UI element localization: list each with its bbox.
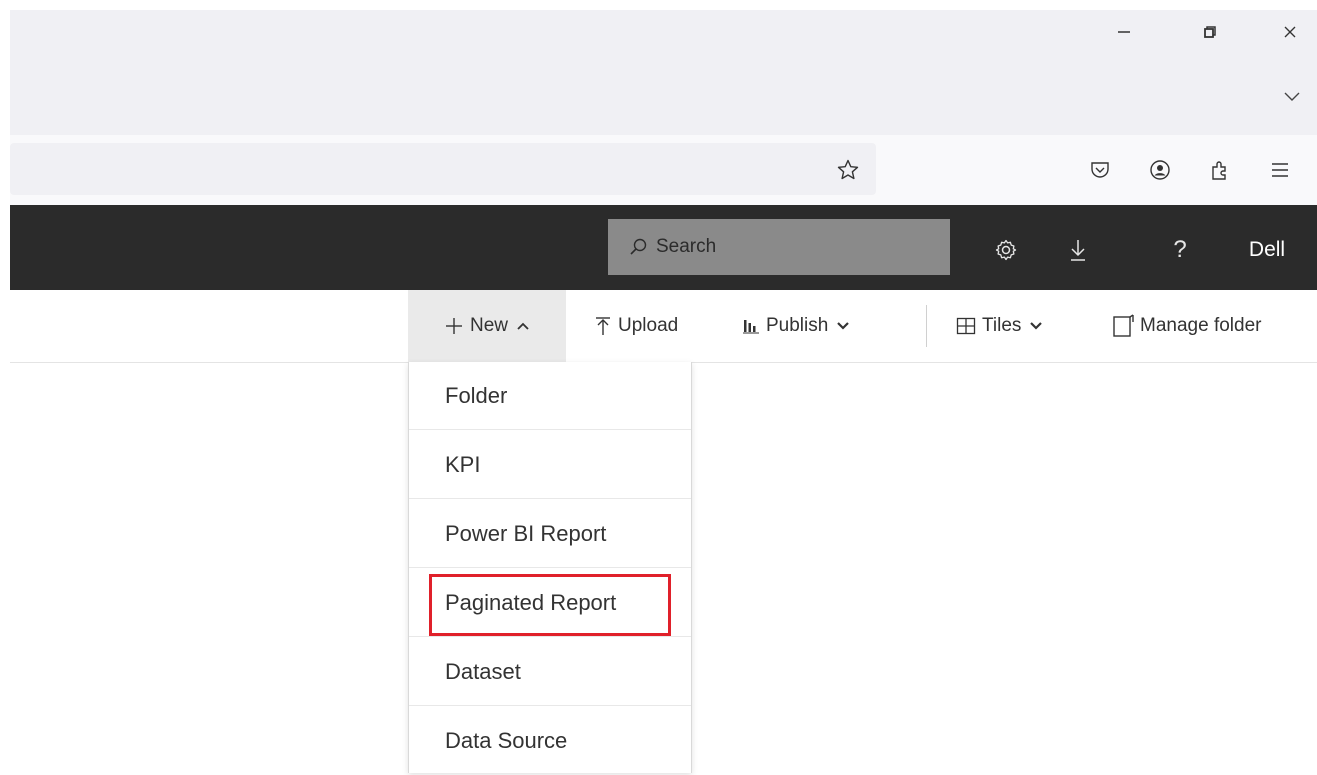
- upload-icon: [596, 317, 610, 335]
- upload-button[interactable]: Upload: [594, 290, 678, 362]
- manage-folder-icon: [1113, 314, 1134, 337]
- manage-folder-button[interactable]: Manage folder: [1112, 290, 1261, 362]
- search-input[interactable]: Search: [608, 219, 950, 275]
- new-dropdown-menu: Folder KPI Power BI Report Paginated Rep…: [408, 362, 692, 773]
- toolbar-divider: [926, 305, 927, 347]
- app-menu-button[interactable]: [1262, 152, 1298, 188]
- bookmark-star-icon: [837, 159, 859, 180]
- menu-item-label: KPI: [445, 451, 481, 477]
- restore-button[interactable]: [1190, 14, 1230, 50]
- chevron-up-icon: [517, 322, 529, 330]
- chevron-down-icon: [1284, 92, 1300, 101]
- pocket-icon: [1091, 162, 1109, 178]
- close-icon: [1284, 26, 1296, 38]
- search-icon: [630, 238, 647, 255]
- tiles-button-label: Tiles: [982, 315, 1022, 336]
- powerbi-icon: [743, 320, 759, 334]
- menu-item-label: Folder: [445, 382, 508, 408]
- settings-icon: [995, 239, 1017, 261]
- account-button[interactable]: [1142, 152, 1178, 188]
- menu-item-label: Data Source: [445, 728, 568, 753]
- menu-item-folder[interactable]: Folder: [409, 362, 691, 430]
- user-name[interactable]: Dell: [1232, 230, 1302, 270]
- upload-button-label: Upload: [618, 315, 679, 336]
- account-icon: [1150, 160, 1170, 180]
- manage-folder-label: Manage folder: [1140, 315, 1262, 336]
- download-icon: [1071, 240, 1085, 261]
- url-field[interactable]: [10, 143, 876, 195]
- settings-button[interactable]: [986, 230, 1026, 270]
- menu-item-kpi[interactable]: KPI: [409, 431, 691, 499]
- help-icon: ?: [1173, 236, 1187, 263]
- chevron-down-icon: [837, 322, 850, 330]
- menu-item-data-source[interactable]: Data Source: [409, 707, 691, 775]
- minimize-button[interactable]: [1104, 14, 1144, 50]
- highlight-annotation-box: [429, 574, 671, 636]
- download-button[interactable]: [1058, 230, 1098, 270]
- help-button[interactable]: ?: [1160, 230, 1200, 270]
- menu-item-dataset[interactable]: Dataset: [409, 638, 691, 706]
- close-button[interactable]: [1270, 14, 1310, 50]
- new-button[interactable]: New: [408, 290, 566, 362]
- restore-icon: [1204, 26, 1216, 38]
- search-placeholder: Search: [656, 236, 717, 257]
- menu-icon: [1272, 163, 1288, 177]
- chevron-down-icon: [1030, 322, 1043, 330]
- pocket-button[interactable]: [1082, 152, 1118, 188]
- plus-icon: [445, 318, 462, 334]
- extensions-button[interactable]: [1202, 152, 1238, 188]
- menu-item-label: Power BI Report: [445, 520, 607, 546]
- menu-item-label: Dataset: [445, 658, 521, 684]
- new-button-label: New: [469, 315, 508, 336]
- extensions-icon: [1212, 161, 1226, 180]
- tiles-view-button[interactable]: Tiles: [956, 290, 1043, 362]
- tiles-icon: [956, 317, 976, 335]
- bookmark-button[interactable]: [830, 152, 866, 188]
- menu-item-power-bi-report[interactable]: Power BI Report: [409, 500, 691, 568]
- list-all-tabs-button[interactable]: [1274, 78, 1310, 114]
- publish-button[interactable]: Publish: [742, 290, 850, 362]
- publish-button-label: Publish: [766, 315, 829, 336]
- minimize-icon: [1118, 31, 1130, 33]
